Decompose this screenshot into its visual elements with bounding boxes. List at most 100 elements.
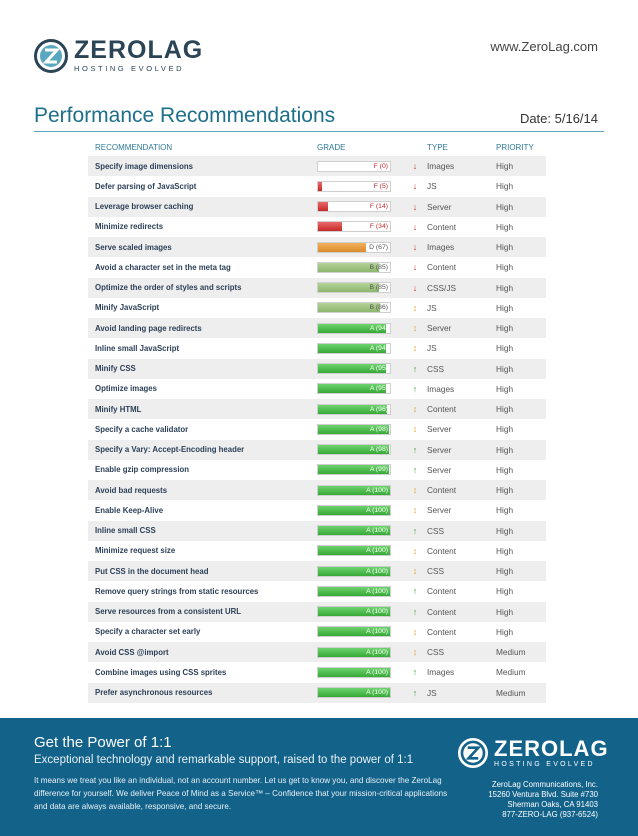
- recommendation-cell: Combine images using CSS sprites: [88, 662, 317, 683]
- arrow-up-icon: ↑: [405, 358, 425, 379]
- grade-label: A (100): [366, 587, 388, 595]
- zerolag-logo: ZEROLAG HOSTING EVOLVED: [34, 38, 203, 73]
- grade-bar: A (100): [317, 585, 391, 597]
- table-row: Minify HTML A (96) ↕ Content High: [88, 399, 546, 420]
- grade-cell: B (86): [317, 297, 405, 318]
- table-row: Minify JavaScript B (86) ↕ JS High: [88, 297, 546, 318]
- arrow-up-down-icon: ↕: [405, 621, 425, 642]
- type-cell: JS: [425, 682, 496, 703]
- grade-label: A (96): [369, 405, 388, 413]
- table-row: Optimize images A (95) ↑ Images High: [88, 378, 546, 399]
- recommendation-cell: Defer parsing of JavaScript: [88, 176, 317, 197]
- column-header-type: TYPE: [427, 142, 448, 152]
- table-row: Remove query strings from static resourc…: [88, 581, 546, 602]
- priority-cell: High: [496, 480, 546, 501]
- grade-label: A (94): [369, 324, 388, 332]
- arrow-up-down-icon: ↕: [405, 540, 425, 561]
- grade-bar: F (5): [317, 180, 391, 192]
- type-cell: Content: [425, 257, 496, 278]
- footer-logo: ZEROLAG HOSTING EVOLVED: [458, 738, 609, 768]
- grade-cell: A (100): [317, 561, 405, 582]
- grade-cell: A (100): [317, 540, 405, 561]
- arrow-up-icon: ↑: [405, 581, 425, 602]
- site-url-link[interactable]: www.ZeroLag.com: [490, 39, 598, 54]
- table-row: Leverage browser caching F (14) ↓ Server Hig…: [88, 196, 546, 217]
- table-row: Inline small CSS A (100) ↑ CSS High: [88, 520, 546, 541]
- priority-cell: High: [496, 277, 546, 298]
- grade-bar: A (100): [317, 504, 391, 516]
- grade-cell: B (85): [317, 257, 405, 278]
- grade-cell: A (100): [317, 480, 405, 501]
- table-row: Specify a cache validator A (98) ↕ Server Hi…: [88, 419, 546, 440]
- recommendation-cell: Inline small JavaScript: [88, 338, 317, 359]
- grade-cell: A (100): [317, 642, 405, 663]
- arrow-up-down-icon: ↕: [405, 338, 425, 359]
- recommendation-cell: Optimize the order of styles and scripts: [88, 277, 317, 298]
- grade-bar-fill: [318, 222, 343, 232]
- arrow-down-icon: ↓: [405, 156, 425, 177]
- table-row: Serve resources from a consistent URL A (…: [88, 601, 546, 622]
- recommendation-cell: Specify image dimensions: [88, 156, 317, 177]
- grade-cell: A (94): [317, 338, 405, 359]
- grade-bar: A (94): [317, 342, 391, 354]
- grade-cell: D (67): [317, 237, 405, 258]
- table-row: Serve scaled images D (67) ↓ Images High: [88, 237, 546, 258]
- arrow-up-icon: ↑: [405, 520, 425, 541]
- type-cell: Images: [425, 378, 496, 399]
- table-body: Specify image dimensions F (0) ↓ Images High…: [88, 156, 546, 703]
- arrow-up-icon: ↑: [405, 662, 425, 683]
- priority-cell: High: [496, 176, 546, 197]
- arrow-up-down-icon: ↕: [405, 399, 425, 420]
- grade-label: A (100): [366, 527, 388, 535]
- grade-label: A (95): [369, 385, 388, 393]
- grade-label: A (95): [369, 365, 388, 373]
- grade-label: B (86): [369, 304, 388, 312]
- table-row: Avoid CSS @import A (100) ↕ CSS Medium: [88, 642, 546, 663]
- arrow-up-icon: ↑: [405, 601, 425, 622]
- type-cell: Server: [425, 439, 496, 460]
- grade-bar: A (98): [317, 444, 391, 456]
- grade-cell: A (99): [317, 459, 405, 480]
- arrow-down-icon: ↓: [405, 237, 425, 258]
- grade-bar: A (100): [317, 687, 391, 699]
- recommendations-table: RECOMMENDATION GRADE TYPE PRIORITY Speci…: [88, 138, 546, 703]
- priority-cell: High: [496, 196, 546, 217]
- arrow-up-down-icon: ↕: [405, 419, 425, 440]
- recommendation-cell: Inline small CSS: [88, 520, 317, 541]
- grade-cell: F (5): [317, 176, 405, 197]
- grade-cell: F (0): [317, 156, 405, 177]
- priority-cell: High: [496, 338, 546, 359]
- grade-cell: A (95): [317, 358, 405, 379]
- grade-label: A (100): [366, 668, 388, 676]
- arrow-down-icon: ↓: [405, 257, 425, 278]
- priority-cell: High: [496, 216, 546, 237]
- grade-label: A (98): [369, 425, 388, 433]
- grade-label: F (34): [369, 223, 388, 231]
- arrow-up-icon: ↑: [405, 378, 425, 399]
- grade-label: A (100): [366, 608, 388, 616]
- footer-body-text: It means we treat you like an individual…: [34, 776, 448, 811]
- priority-cell: High: [496, 500, 546, 521]
- grade-cell: A (100): [317, 662, 405, 683]
- type-cell: Content: [425, 399, 496, 420]
- grade-bar: A (100): [317, 626, 391, 638]
- recommendation-cell: Prefer asynchronous resources: [88, 682, 317, 703]
- grade-bar: F (14): [317, 201, 391, 213]
- arrow-up-down-icon: ↕: [405, 480, 425, 501]
- priority-cell: High: [496, 561, 546, 582]
- table-row: Specify a character set early A (100) ↕ Con…: [88, 621, 546, 642]
- footer-logo-mark-icon: [458, 738, 488, 768]
- table-row: Minimize request size A (100) ↕ Content High: [88, 540, 546, 561]
- grade-bar: F (0): [317, 160, 391, 172]
- table-row: Optimize the order of styles and scripts…: [88, 277, 546, 298]
- table-row: Avoid a character set in the meta tag B (…: [88, 257, 546, 278]
- priority-cell: High: [496, 459, 546, 480]
- table-row: Avoid bad requests A (100) ↕ Content High: [88, 480, 546, 501]
- grade-cell: A (100): [317, 601, 405, 622]
- type-cell: CSS: [425, 358, 496, 379]
- recommendation-cell: Minimize redirects: [88, 216, 317, 237]
- grade-label: D (67): [369, 243, 388, 251]
- arrow-down-icon: ↓: [405, 216, 425, 237]
- type-cell: JS: [425, 338, 496, 359]
- grade-label: A (100): [366, 628, 388, 636]
